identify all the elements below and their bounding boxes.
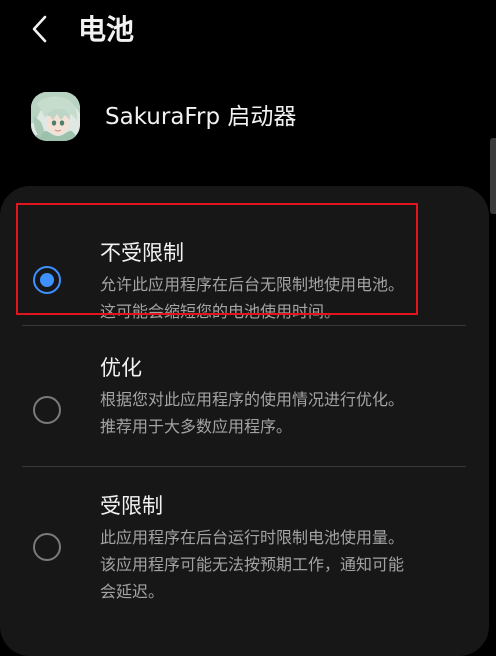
page-title: 电池 bbox=[78, 13, 135, 46]
app-name: SakuraFrp 启动器 bbox=[105, 104, 297, 130]
option-description: 允许此应用程序在后台无限制地使用电池。这可能会缩短您的电池使用时间。 bbox=[100, 275, 405, 321]
option-title: 不受限制 bbox=[100, 241, 184, 265]
option-title: 优化 bbox=[100, 356, 142, 380]
option-unrestricted[interactable]: 不受限制 允许此应用程序在后台无限制地使用电池。这可能会缩短您的电池使用时间。 bbox=[0, 209, 489, 321]
radio-selected-icon[interactable] bbox=[33, 266, 61, 294]
battery-options-card: 不受限制 允许此应用程序在后台无限制地使用电池。这可能会缩短您的电池使用时间。 … bbox=[0, 186, 489, 656]
app-icon bbox=[31, 92, 80, 141]
option-title: 受限制 bbox=[100, 494, 163, 518]
radio-unselected-icon[interactable] bbox=[33, 396, 61, 424]
option-restricted[interactable]: 受限制 此应用程序在后台运行时限制电池使用量。该应用程序可能无法按预期工作，通知… bbox=[0, 482, 489, 622]
back-arrow-icon[interactable] bbox=[28, 14, 52, 44]
app-info-row: SakuraFrp 启动器 bbox=[0, 86, 496, 150]
option-optimized[interactable]: 优化 根据您对此应用程序的使用情况进行优化。推荐用于大多数应用程序。 bbox=[0, 341, 489, 451]
option-description: 此应用程序在后台运行时限制电池使用量。该应用程序可能无法按预期工作，通知可能会延… bbox=[100, 528, 405, 601]
divider bbox=[22, 466, 466, 467]
radio-unselected-icon[interactable] bbox=[33, 533, 61, 561]
option-description: 根据您对此应用程序的使用情况进行优化。推荐用于大多数应用程序。 bbox=[100, 390, 405, 436]
scroll-indicator[interactable] bbox=[490, 138, 496, 214]
divider bbox=[22, 325, 466, 326]
app-bar: 电池 bbox=[0, 0, 496, 62]
